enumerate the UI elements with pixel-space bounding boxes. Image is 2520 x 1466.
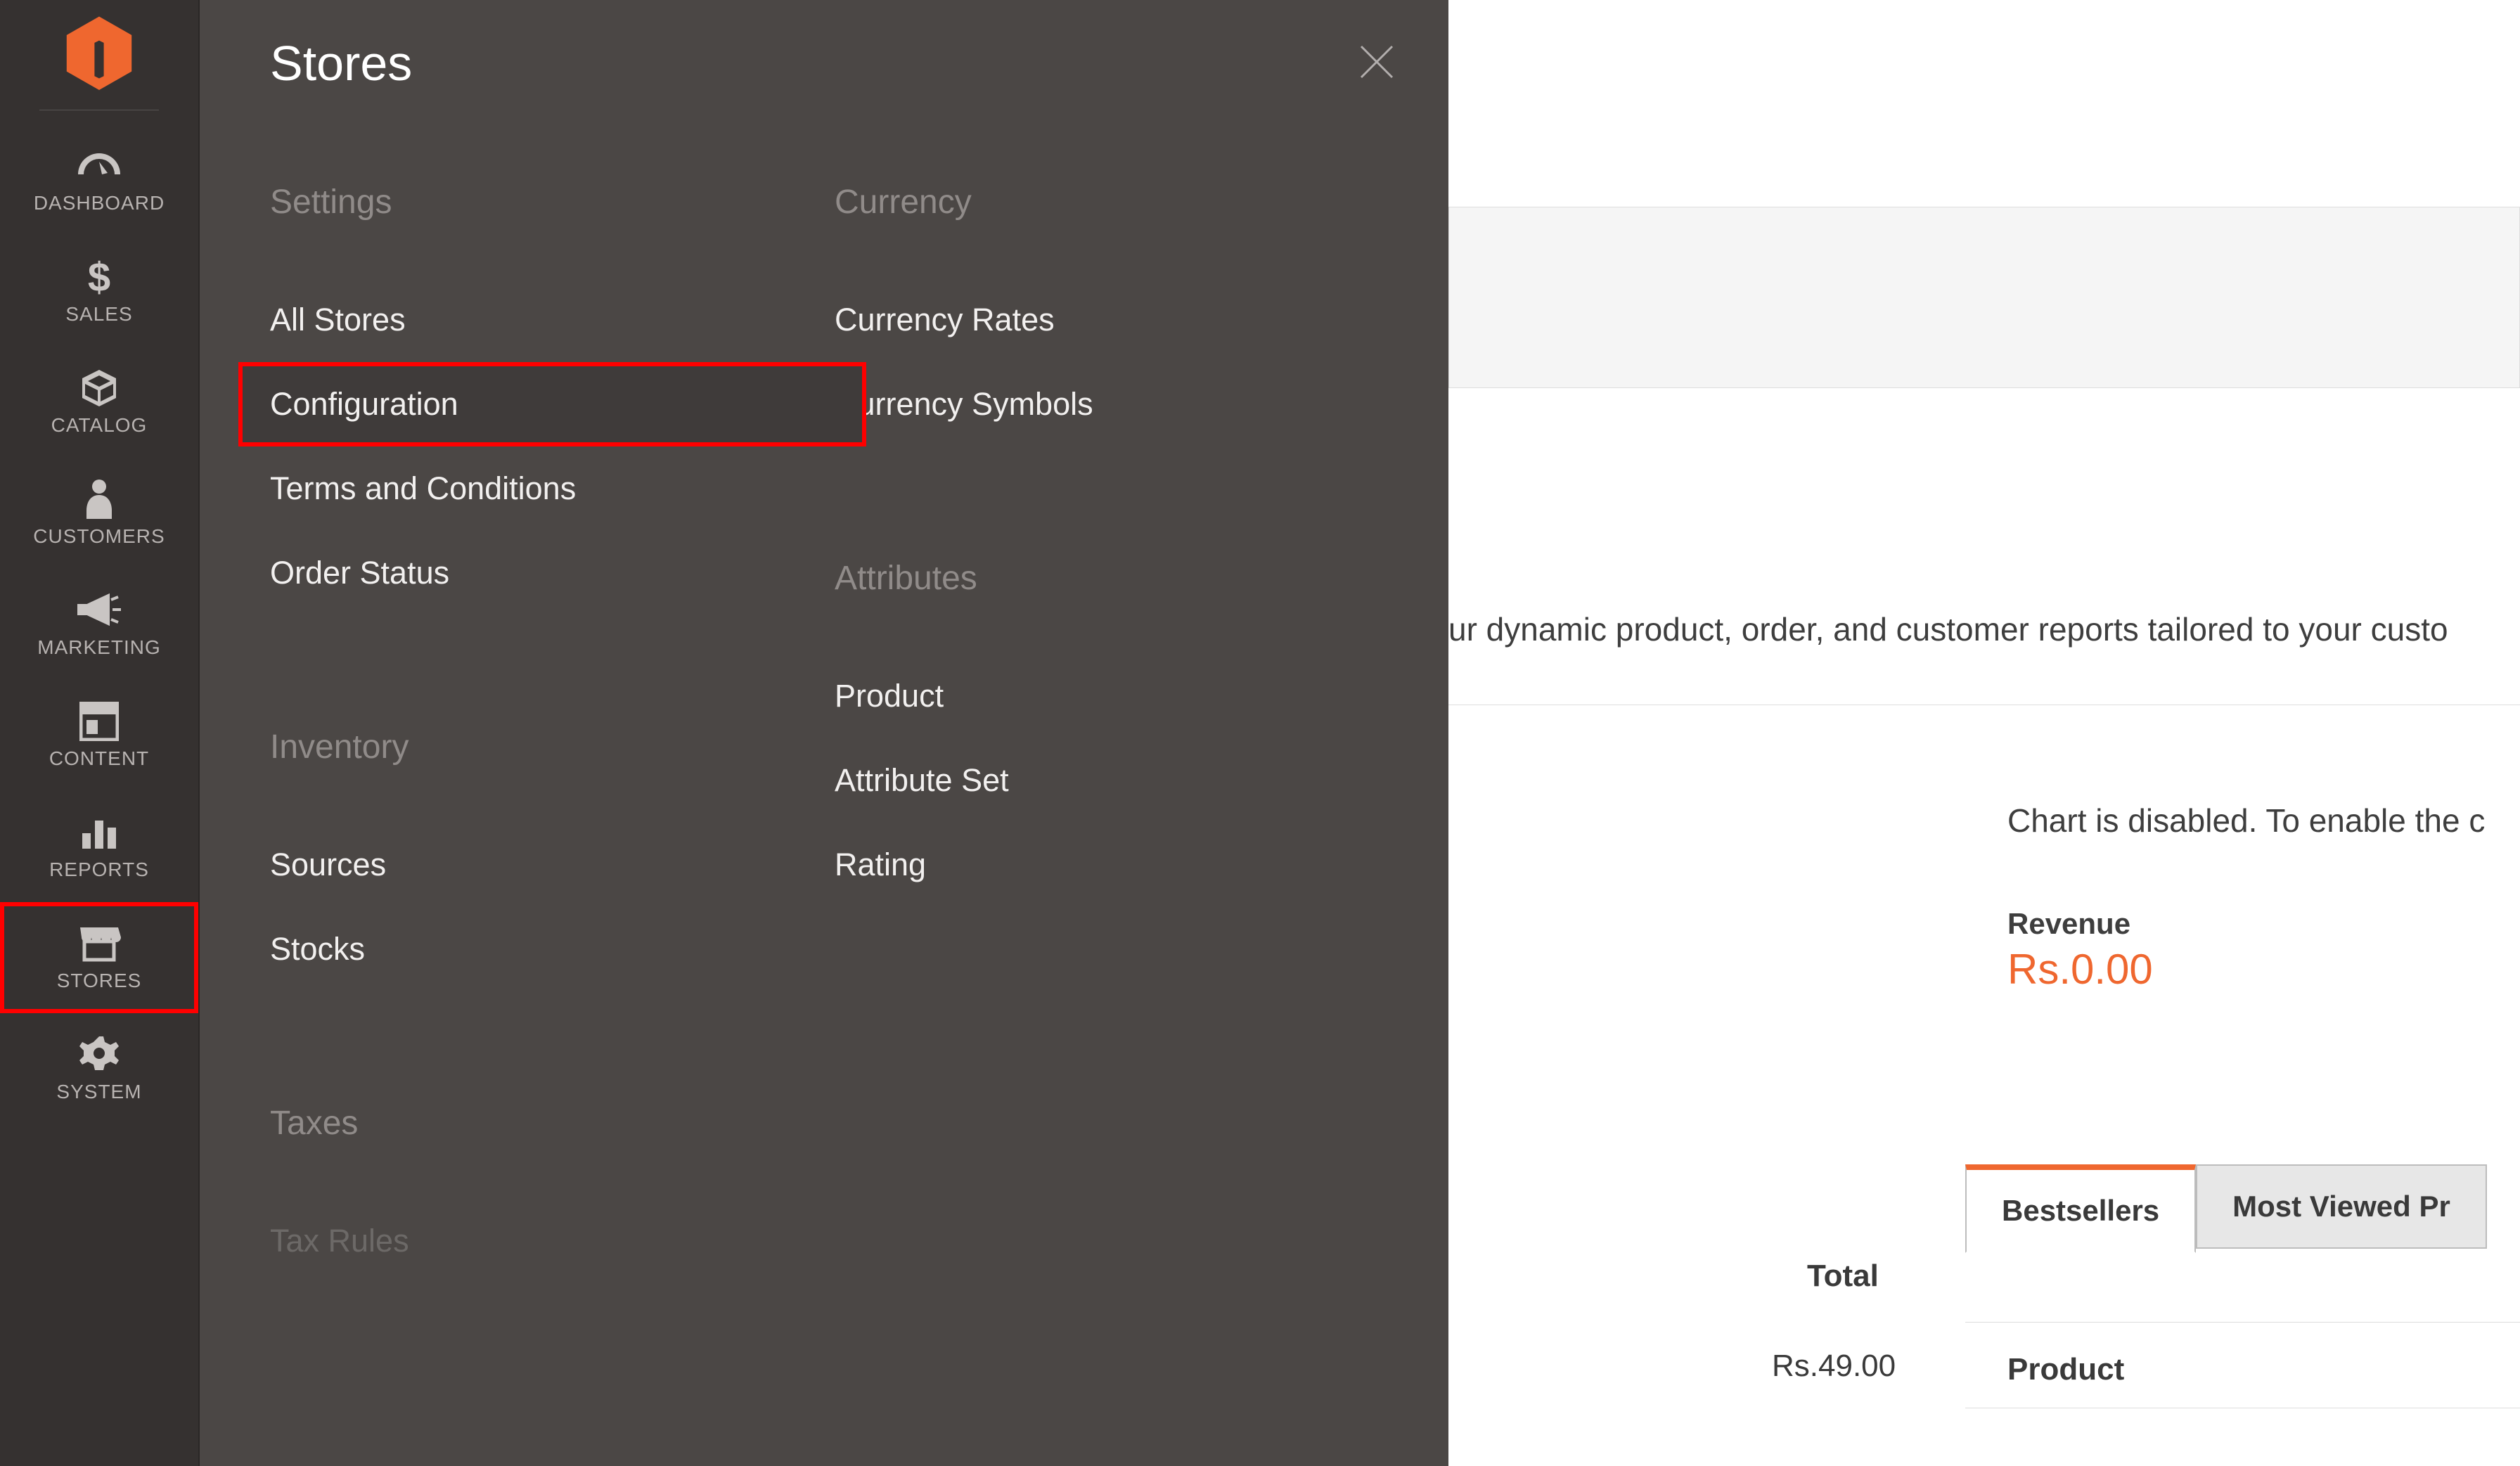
- sidebar-label: REPORTS: [49, 859, 149, 881]
- sidebar-label: MARKETING: [37, 636, 160, 659]
- revenue-value: Rs.0.00: [2007, 945, 2153, 994]
- sidebar-label: SALES: [65, 303, 132, 326]
- sidebar-item-customers[interactable]: CUSTOMERS: [0, 458, 198, 569]
- menu-item-configuration[interactable]: Configuration: [238, 362, 866, 446]
- sidebar-label: STORES: [57, 970, 142, 992]
- sidebar-label: CATALOG: [51, 414, 148, 437]
- cube-icon: [78, 366, 120, 410]
- megaphone-icon: [76, 589, 122, 632]
- dashboard-tabs: Bestsellers Most Viewed Pr: [1965, 1164, 2487, 1253]
- group-heading-currency: Currency: [835, 183, 1399, 221]
- sidebar-item-catalog[interactable]: CATALOG: [0, 347, 198, 458]
- main-content: ur dynamic product, order, and customer …: [1448, 0, 2520, 1466]
- sidebar-label: SYSTEM: [56, 1081, 141, 1103]
- menu-item-sources[interactable]: Sources: [270, 823, 835, 907]
- menu-item-currency-symbols[interactable]: Currency Symbols: [835, 362, 1399, 446]
- total-column-header: Total: [1807, 1259, 1879, 1294]
- close-button[interactable]: [1358, 44, 1395, 84]
- stores-flyout: Stores Settings All Stores Configuration…: [200, 0, 1448, 1466]
- group-heading-taxes: Taxes: [270, 1104, 835, 1143]
- dollar-icon: $: [88, 255, 110, 299]
- menu-item-currency-rates[interactable]: Currency Rates: [835, 278, 1399, 362]
- menu-item-order-status[interactable]: Order Status: [270, 531, 835, 615]
- menu-item-attribute-set[interactable]: Attribute Set: [835, 738, 1399, 823]
- gear-icon: [79, 1033, 119, 1076]
- revenue-stat: Revenue Rs.0.00: [2007, 907, 2153, 994]
- sidebar-label: DASHBOARD: [34, 192, 165, 214]
- menu-item-tax-rules[interactable]: Tax Rules: [270, 1199, 835, 1283]
- sidebar-item-system[interactable]: SYSTEM: [0, 1013, 198, 1124]
- sidebar-item-stores[interactable]: STORES: [0, 902, 198, 1013]
- layout-icon: [79, 700, 119, 743]
- close-icon: [1358, 44, 1395, 80]
- scope-bar: [1448, 207, 2520, 388]
- total-value: Rs.49.00: [1772, 1349, 1896, 1384]
- sidebar-item-content[interactable]: CONTENT: [0, 680, 198, 791]
- revenue-label: Revenue: [2007, 907, 2153, 941]
- storefront-icon: [77, 922, 121, 965]
- sidebar-item-marketing[interactable]: MARKETING: [0, 569, 198, 680]
- menu-item-terms-conditions[interactable]: Terms and Conditions: [270, 446, 835, 531]
- flyout-title: Stores: [270, 35, 412, 91]
- sidebar-label: CUSTOMERS: [33, 525, 165, 548]
- magento-logo[interactable]: [60, 13, 138, 90]
- flyout-col-right: Currency Currency Rates Currency Symbols…: [835, 183, 1399, 1283]
- sidebar-label: CONTENT: [49, 747, 149, 770]
- product-column-header: Product: [2007, 1352, 2124, 1387]
- group-heading-attributes: Attributes: [835, 559, 1399, 598]
- bar-chart-icon: [79, 811, 119, 854]
- admin-sidebar: DASHBOARD $ SALES CATALOG CUSTOMERS MARK…: [0, 0, 200, 1466]
- gauge-icon: [74, 144, 124, 188]
- menu-item-rating[interactable]: Rating: [835, 823, 1399, 907]
- table-divider: [1965, 1322, 2520, 1323]
- menu-item-stocks[interactable]: Stocks: [270, 907, 835, 991]
- group-heading-inventory: Inventory: [270, 728, 835, 766]
- person-icon: [84, 477, 115, 521]
- sidebar-item-sales[interactable]: $ SALES: [0, 236, 198, 347]
- bi-promo-text: ur dynamic product, order, and customer …: [1448, 610, 2520, 705]
- chart-disabled-message: Chart is disabled. To enable the c: [2007, 802, 2485, 840]
- group-heading-settings: Settings: [270, 183, 835, 221]
- menu-item-all-stores[interactable]: All Stores: [270, 278, 835, 362]
- tab-bestsellers[interactable]: Bestsellers: [1965, 1164, 2196, 1253]
- sidebar-item-dashboard[interactable]: DASHBOARD: [0, 124, 198, 236]
- menu-item-product[interactable]: Product: [835, 654, 1399, 738]
- sidebar-item-reports[interactable]: REPORTS: [0, 791, 198, 902]
- tab-most-viewed[interactable]: Most Viewed Pr: [2196, 1164, 2487, 1249]
- flyout-col-left: Settings All Stores Configuration Terms …: [270, 183, 835, 1283]
